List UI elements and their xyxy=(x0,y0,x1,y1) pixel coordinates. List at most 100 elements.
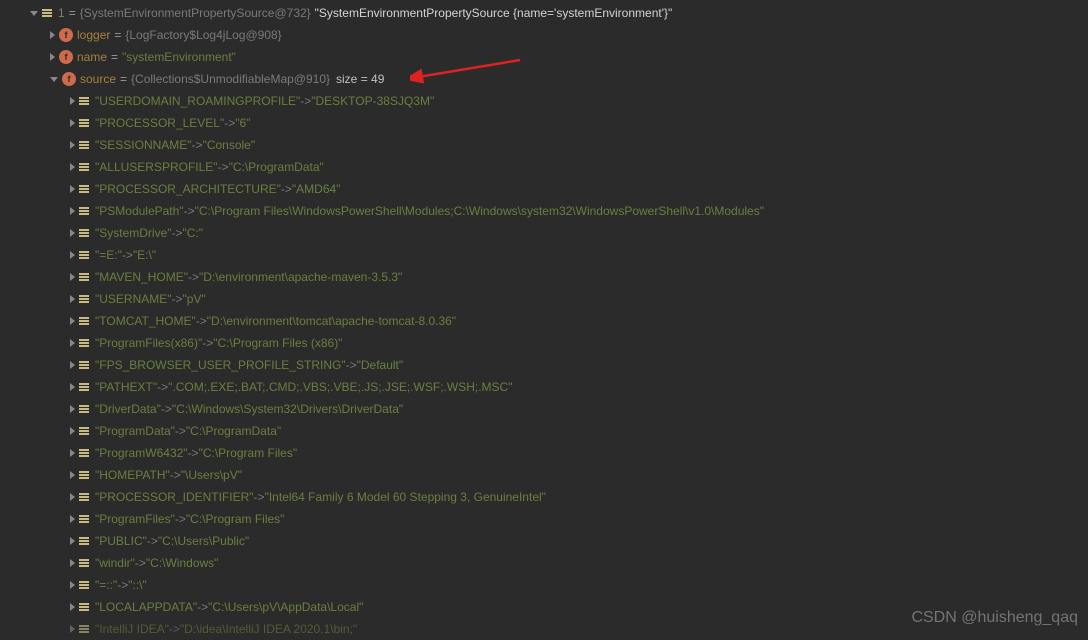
entry-value: "C:\Program Files" xyxy=(199,446,298,460)
tree-toggle-icon[interactable] xyxy=(70,251,75,259)
entry-arrow: -> xyxy=(196,314,207,328)
tree-field-row[interactable]: f name = "systemEnvironment" xyxy=(0,46,1088,68)
entry-arrow: -> xyxy=(161,402,172,416)
map-entry-icon xyxy=(79,295,91,303)
map-entry-row[interactable]: "ALLUSERSPROFILE" -> "C:\ProgramData" xyxy=(0,156,1088,178)
map-entry-row[interactable]: "ProgramFiles" -> "C:\Program Files" xyxy=(0,508,1088,530)
map-entry-row[interactable]: "SystemDrive" -> "C:" xyxy=(0,222,1088,244)
entry-value: "C:\Windows" xyxy=(146,556,219,570)
map-entry-row[interactable]: "USERNAME" -> "pV" xyxy=(0,288,1088,310)
map-entry-row[interactable]: "PROCESSOR_LEVEL" -> "6" xyxy=(0,112,1088,134)
tree-toggle-icon[interactable] xyxy=(70,559,75,567)
map-entry-icon xyxy=(42,9,54,17)
tree-toggle-icon[interactable] xyxy=(70,427,75,435)
map-entry-row[interactable]: "DriverData" -> "C:\Windows\System32\Dri… xyxy=(0,398,1088,420)
tree-toggle-icon[interactable] xyxy=(50,77,58,82)
map-entry-row[interactable]: "windir" -> "C:\Windows" xyxy=(0,552,1088,574)
entry-key: "PROCESSOR_IDENTIFIER" xyxy=(95,490,254,504)
tostring-value: "SystemEnvironmentPropertySource {name='… xyxy=(315,6,673,20)
tree-toggle-icon[interactable] xyxy=(70,185,75,193)
tree-root-row[interactable]: 1 = {SystemEnvironmentPropertySource@732… xyxy=(0,2,1088,24)
entry-value: "pV" xyxy=(183,292,206,306)
tree-toggle-icon[interactable] xyxy=(70,339,75,347)
map-entry-row[interactable]: "PROCESSOR_ARCHITECTURE" -> "AMD64" xyxy=(0,178,1088,200)
entry-key: "PSModulePath" xyxy=(95,204,184,218)
map-entry-row[interactable]: "PSModulePath" -> "C:\Program Files\Wind… xyxy=(0,200,1088,222)
field-value: {LogFactory$Log4jLog@908} xyxy=(125,28,281,42)
tree-field-row[interactable]: f source = {Collections$UnmodifiableMap@… xyxy=(0,68,1088,90)
map-entry-row[interactable]: "=E:" -> "E:\" xyxy=(0,244,1088,266)
entry-arrow: -> xyxy=(188,270,199,284)
entry-value: "D:\environment\tomcat\apache-tomcat-8.0… xyxy=(207,314,456,328)
map-entry-row[interactable]: "ProgramData" -> "C:\ProgramData" xyxy=(0,420,1088,442)
entry-arrow: -> xyxy=(117,578,128,592)
map-entry-row[interactable]: "ProgramW6432" -> "C:\Program Files" xyxy=(0,442,1088,464)
tree-toggle-icon[interactable] xyxy=(70,537,75,545)
tree-toggle-icon[interactable] xyxy=(70,361,75,369)
tree-toggle-icon[interactable] xyxy=(70,141,75,149)
entry-arrow: -> xyxy=(188,446,199,460)
entry-value: "\Users\pV" xyxy=(181,468,242,482)
tree-toggle-icon[interactable] xyxy=(70,603,75,611)
tree-field-row[interactable]: f logger = {LogFactory$Log4jLog@908} xyxy=(0,24,1088,46)
map-entry-icon xyxy=(79,163,91,171)
map-entry-row[interactable]: "HOMEPATH" -> "\Users\pV" xyxy=(0,464,1088,486)
entry-arrow: -> xyxy=(281,182,292,196)
entry-value: "C:\Program Files" xyxy=(186,512,285,526)
entry-key: "IntelliJ IDEA" xyxy=(95,622,169,636)
tree-toggle-icon[interactable] xyxy=(70,97,75,105)
entry-value: "Default" xyxy=(357,358,404,372)
map-entry-row[interactable]: "ProgramFiles(x86)" -> "C:\Program Files… xyxy=(0,332,1088,354)
entry-key: "windir" xyxy=(95,556,135,570)
entry-arrow: -> xyxy=(197,600,208,614)
tree-toggle-icon[interactable] xyxy=(70,317,75,325)
debugger-variables-tree: 1 = {SystemEnvironmentPropertySource@732… xyxy=(0,0,1088,640)
entry-key: "FPS_BROWSER_USER_PROFILE_STRING" xyxy=(95,358,346,372)
entry-key: "ProgramW6432" xyxy=(95,446,188,460)
entry-key: "SystemDrive" xyxy=(95,226,172,240)
tree-toggle-icon[interactable] xyxy=(70,471,75,479)
field-value: "systemEnvironment" xyxy=(122,50,236,64)
tree-toggle-icon[interactable] xyxy=(70,581,75,589)
equals-sign: = xyxy=(114,28,121,42)
entry-key: "USERNAME" xyxy=(95,292,172,306)
map-entry-row[interactable]: "=::" -> "::\" xyxy=(0,574,1088,596)
tree-toggle-icon[interactable] xyxy=(70,493,75,501)
tree-toggle-icon[interactable] xyxy=(70,207,75,215)
field-name: logger xyxy=(77,28,110,42)
tree-toggle-icon[interactable] xyxy=(70,383,75,391)
entry-key: "MAVEN_HOME" xyxy=(95,270,188,284)
map-entry-row[interactable]: "USERDOMAIN_ROAMINGPROFILE" -> "DESKTOP-… xyxy=(0,90,1088,112)
field-name: source xyxy=(80,72,116,86)
map-entry-row[interactable]: "PUBLIC" -> "C:\Users\Public" xyxy=(0,530,1088,552)
tree-toggle-icon[interactable] xyxy=(70,295,75,303)
tree-toggle-icon[interactable] xyxy=(70,163,75,171)
entry-key: "ProgramFiles(x86)" xyxy=(95,336,202,350)
tree-toggle-icon[interactable] xyxy=(70,625,75,633)
watermark: CSDN @huisheng_qaq xyxy=(911,609,1078,627)
map-entry-row[interactable]: "SESSIONNAME" -> "Console" xyxy=(0,134,1088,156)
tree-toggle-icon[interactable] xyxy=(70,229,75,237)
entry-arrow: -> xyxy=(170,468,181,482)
entry-arrow: -> xyxy=(175,512,186,526)
tree-toggle-icon[interactable] xyxy=(70,119,75,127)
map-entry-row[interactable]: "FPS_BROWSER_USER_PROFILE_STRING" -> "De… xyxy=(0,354,1088,376)
tree-toggle-icon[interactable] xyxy=(70,273,75,281)
tree-toggle-icon[interactable] xyxy=(70,405,75,413)
map-entry-row[interactable]: "PROCESSOR_IDENTIFIER" -> "Intel64 Famil… xyxy=(0,486,1088,508)
tree-toggle-icon[interactable] xyxy=(70,449,75,457)
tree-toggle-icon[interactable] xyxy=(50,31,55,39)
entry-value: "Console" xyxy=(203,138,256,152)
map-entry-row[interactable]: "PATHEXT" -> ".COM;.EXE;.BAT;.CMD;.VBS;.… xyxy=(0,376,1088,398)
map-entry-icon xyxy=(79,449,91,457)
map-entry-icon xyxy=(79,581,91,589)
map-entry-row[interactable]: "MAVEN_HOME" -> "D:\environment\apache-m… xyxy=(0,266,1088,288)
entry-arrow: -> xyxy=(147,534,158,548)
tree-toggle-icon[interactable] xyxy=(70,515,75,523)
tree-toggle-icon[interactable] xyxy=(50,53,55,61)
map-entry-icon xyxy=(79,229,91,237)
map-entry-row[interactable]: "TOMCAT_HOME" -> "D:\environment\tomcat\… xyxy=(0,310,1088,332)
entry-value: "E:\" xyxy=(133,248,156,262)
map-entry-icon xyxy=(79,251,91,259)
tree-toggle-icon[interactable] xyxy=(30,11,38,16)
